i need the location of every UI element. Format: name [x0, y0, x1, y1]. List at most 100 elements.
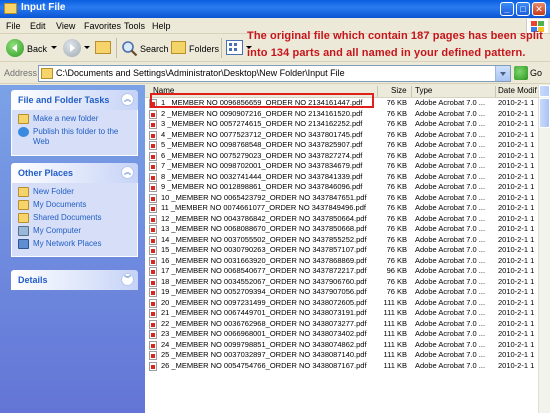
file-size: 76 KB [386, 203, 407, 212]
place-new-folder[interactable]: New Folder [18, 187, 133, 198]
column-size[interactable]: Size [391, 86, 407, 95]
file-size: 76 KB [386, 119, 407, 128]
file-name: 17 _MEMBER NO 0068540677_ORDER NO 343787… [161, 266, 367, 275]
file-row[interactable]: 14 _MEMBER NO 0037055502_ORDER NO 343785… [145, 235, 538, 246]
address-input[interactable]: C:\Documents and Settings\Administrator\… [38, 65, 511, 82]
file-row[interactable]: 12 _MEMBER NO 0043786842_ORDER NO 343785… [145, 214, 538, 225]
file-row[interactable]: 25 _MEMBER NO 0037032897_ORDER NO 343808… [145, 350, 538, 361]
file-size: 111 KB [383, 339, 408, 349]
folders-icon[interactable] [171, 41, 186, 54]
file-row[interactable]: 7 _MEMBER NO 0098702001_ORDER NO 3437834… [145, 161, 538, 172]
back-dropdown-icon[interactable] [51, 46, 57, 49]
file-size: 76 KB [386, 108, 407, 118]
file-name: 8 _MEMBER NO 0032741444_ORDER NO 3437841… [161, 171, 363, 181]
file-row[interactable]: 9 _MEMBER NO 0012898861_ORDER NO 3437846… [145, 182, 538, 193]
file-size: 76 KB [386, 287, 407, 296]
globe-icon [18, 127, 29, 137]
file-date: 2010-2-1 1 [498, 266, 535, 275]
menu-edit[interactable]: Edit [30, 21, 46, 31]
file-row[interactable]: 16 _MEMBER NO 0031663920_ORDER NO 343786… [145, 256, 538, 267]
pdf-file-icon [149, 361, 157, 371]
go-button[interactable]: Go [530, 68, 542, 78]
file-name: 4 _MEMBER NO 0077523712_ORDER NO 3437801… [161, 129, 363, 139]
file-row[interactable]: 2 _MEMBER NO 0090907216_ORDER NO 2134161… [145, 109, 538, 120]
title-bar: Input File _ □ ✕ [0, 0, 550, 18]
file-name: 23 _MEMBER NO 0066968001_ORDER NO 343807… [161, 329, 367, 338]
panel-header[interactable]: Other Places ︽ [11, 163, 138, 183]
file-row[interactable]: 11 _MEMBER NO 0074661077_ORDER NO 343784… [145, 203, 538, 214]
place-shared-documents[interactable]: Shared Documents [18, 213, 133, 224]
column-type[interactable]: Type [415, 86, 432, 95]
file-name: 10 _MEMBER NO 0065423792_ORDER NO 343784… [161, 192, 367, 202]
file-row[interactable]: 3 _MEMBER NO 0057274615_ORDER NO 2134162… [145, 119, 538, 130]
column-date-modified[interactable]: Date Modif [498, 86, 537, 95]
menu-tools[interactable]: Tools [124, 21, 145, 31]
task-publish-web[interactable]: Publish this folder to the Web [18, 127, 133, 149]
panel-header[interactable]: File and Folder Tasks ︽ [11, 90, 138, 110]
file-size: 76 KB [386, 192, 407, 202]
folders-button[interactable]: Folders [189, 44, 219, 54]
scroll-up-button[interactable] [539, 85, 550, 97]
file-type: Adobe Acrobat 7.0 ... [415, 318, 486, 328]
place-my-network-places[interactable]: My Network Places [18, 239, 133, 250]
file-row[interactable]: 5 _MEMBER NO 0098768548_ORDER NO 3437825… [145, 140, 538, 151]
file-type: Adobe Acrobat 7.0 ... [415, 329, 486, 338]
address-dropdown-icon[interactable] [495, 66, 510, 81]
file-date: 2010-2-1 1 [498, 213, 535, 223]
panel-header[interactable]: Details ︾ [11, 270, 138, 290]
file-size: 76 KB [386, 234, 407, 244]
forward-arrow-icon[interactable] [63, 39, 81, 57]
maximize-button[interactable]: □ [516, 2, 530, 16]
go-arrow-icon[interactable] [514, 66, 528, 80]
file-row[interactable]: 10 _MEMBER NO 0065423792_ORDER NO 343784… [145, 193, 538, 204]
file-row[interactable]: 22 _MEMBER NO 0036762968_ORDER NO 343807… [145, 319, 538, 330]
file-type: Adobe Acrobat 7.0 ... [415, 234, 486, 244]
vertical-scrollbar[interactable] [538, 85, 550, 413]
file-row[interactable]: 6 _MEMBER NO 0075279023_ORDER NO 3437827… [145, 151, 538, 162]
menu-file[interactable]: File [6, 21, 21, 31]
file-size: 111 KB [383, 318, 408, 328]
close-button[interactable]: ✕ [532, 2, 546, 16]
folder-icon [4, 3, 17, 14]
pdf-file-icon [149, 351, 157, 360]
place-my-documents[interactable]: My Documents [18, 200, 133, 211]
details-panel: Details ︾ [11, 270, 138, 290]
file-type: Adobe Acrobat 7.0 ... [415, 119, 486, 128]
file-row[interactable]: 8 _MEMBER NO 0032741444_ORDER NO 3437841… [145, 172, 538, 183]
file-row[interactable]: 26 _MEMBER NO 0054754766_ORDER NO 343808… [145, 361, 538, 372]
file-row[interactable]: 23 _MEMBER NO 0066968001_ORDER NO 343807… [145, 329, 538, 340]
back-button[interactable]: Back [27, 44, 47, 54]
file-row[interactable]: 19 _MEMBER NO 0052709394_ORDER NO 343790… [145, 287, 538, 298]
menu-view[interactable]: View [56, 21, 75, 31]
pdf-file-icon [149, 172, 157, 182]
menu-favorites[interactable]: Favorites [84, 21, 121, 31]
file-row[interactable]: 13 _MEMBER NO 0068088670_ORDER NO 343785… [145, 224, 538, 235]
up-folder-icon[interactable] [95, 41, 111, 54]
search-icon[interactable] [121, 40, 138, 57]
task-make-new-folder[interactable]: Make a new folder [18, 114, 133, 125]
file-type: Adobe Acrobat 7.0 ... [415, 339, 486, 349]
file-row[interactable]: 24 _MEMBER NO 0099798851_ORDER NO 343807… [145, 340, 538, 351]
file-row[interactable]: 15 _MEMBER NO 0030790263_ORDER NO 343785… [145, 245, 538, 256]
views-icon[interactable] [226, 40, 243, 55]
file-row[interactable]: 17 _MEMBER NO 0068540677_ORDER NO 343787… [145, 266, 538, 277]
collapse-chevron-icon[interactable]: ︽ [121, 166, 134, 179]
pdf-file-icon [149, 109, 157, 119]
file-row[interactable]: 20 _MEMBER NO 0097231499_ORDER NO 343807… [145, 298, 538, 309]
scroll-thumb[interactable] [539, 98, 550, 128]
file-size: 111 KB [383, 308, 408, 317]
forward-dropdown-icon[interactable] [84, 46, 90, 49]
file-row[interactable]: 21 _MEMBER NO 0067449701_ORDER NO 343807… [145, 308, 538, 319]
back-arrow-icon[interactable] [6, 39, 24, 57]
expand-chevron-icon[interactable]: ︾ [121, 273, 134, 286]
file-row[interactable]: 18 _MEMBER NO 0034552067_ORDER NO 343790… [145, 277, 538, 288]
search-button[interactable]: Search [140, 44, 169, 54]
menu-help[interactable]: Help [152, 21, 171, 31]
place-my-computer[interactable]: My Computer [18, 226, 133, 237]
collapse-chevron-icon[interactable]: ︽ [121, 93, 134, 106]
pdf-file-icon [149, 162, 157, 171]
file-type: Adobe Acrobat 7.0 ... [415, 308, 486, 317]
pdf-file-icon [149, 183, 157, 192]
file-row[interactable]: 4 _MEMBER NO 0077523712_ORDER NO 3437801… [145, 130, 538, 141]
minimize-button[interactable]: _ [500, 2, 514, 16]
